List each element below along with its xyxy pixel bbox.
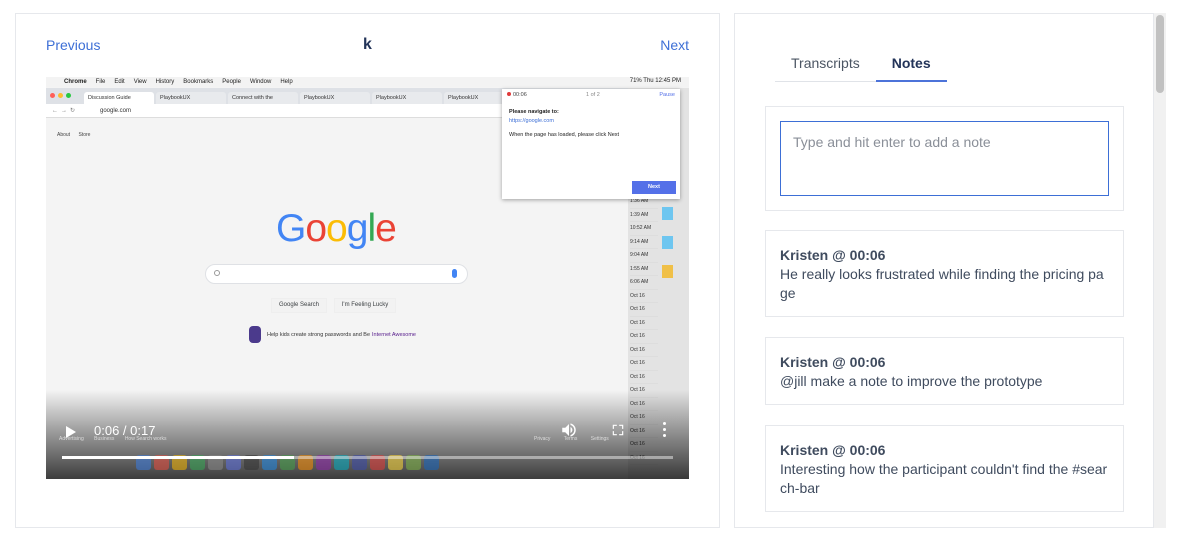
file-date: Oct 16 [630, 371, 658, 384]
footer-link: Settings [590, 436, 609, 442]
file-date: 1:39 AM [630, 209, 658, 222]
note-composer [765, 106, 1124, 211]
task-loaded-text: When the page has loaded, please click N… [509, 132, 620, 138]
video-progress-bar[interactable] [62, 456, 673, 459]
browser-nav-arrows-icon: ←→↻ [52, 108, 79, 114]
menubar-item: Chrome [64, 79, 87, 85]
google-search-button: Google Search [271, 298, 327, 313]
record-dot-icon [507, 92, 511, 96]
task-instruction: Please navigate to: [509, 109, 559, 115]
menubar-item: Window [249, 79, 272, 85]
folder-icon [662, 265, 673, 278]
feeling-lucky-button: I'm Feeling Lucky [334, 298, 396, 313]
scrollbar-thumb[interactable] [1156, 15, 1164, 93]
note-text: Interesting how the participant couldn't… [780, 461, 1108, 496]
recorded-tab: PlaybookUX [372, 92, 442, 104]
recorded-tab: Connect with the [228, 92, 298, 104]
recorded-page-links: About Store [57, 132, 97, 138]
task-pause: Pause [659, 92, 675, 98]
menubar-item: View [133, 79, 147, 85]
note-author: Kristen @ 00:06 [780, 354, 886, 370]
recorded-tab: PlaybookUX [300, 92, 370, 104]
file-date: Oct 16 [630, 330, 658, 344]
file-date: 9:14 AM [630, 236, 658, 249]
video-player[interactable]: Chrome File Edit View History Bookmarks … [46, 77, 689, 479]
note-author: Kristen @ 00:06 [780, 442, 886, 458]
folder-icon [662, 236, 673, 249]
menubar-item: Bookmarks [183, 79, 214, 85]
google-logo: Google [276, 207, 397, 250]
more-options-icon[interactable] [663, 422, 667, 438]
file-date: Oct 16 [630, 344, 658, 357]
video-time: 0:06 / 0:17 [94, 423, 156, 438]
robot-icon [249, 326, 261, 343]
note-card: Kristen @ 00:06 He really looks frustrat… [765, 230, 1124, 317]
menubar-status: 71% Thu 12:45 PM [629, 78, 681, 84]
note-card: Kristen @ 00:06 Interesting how the part… [765, 425, 1124, 512]
panel-tabs: Transcripts Notes [775, 44, 947, 82]
file-date: 9:04 AM [630, 249, 658, 263]
tab-notes[interactable]: Notes [875, 44, 947, 82]
folder-icons [662, 207, 676, 294]
microphone-icon [452, 269, 457, 278]
note-card: Kristen @ 00:06 @jill make a note to imp… [765, 337, 1124, 405]
menubar-item: History [155, 79, 175, 85]
page-link: Store [78, 132, 91, 138]
file-date: Oct 16 [630, 357, 658, 371]
search-icon [214, 270, 220, 276]
note-input[interactable] [780, 121, 1109, 196]
video-panel: Previous k Next Chrome File Edit View Hi… [15, 13, 720, 528]
participant-name: k [363, 36, 372, 53]
file-date: Oct 16 [630, 290, 658, 303]
tab-transcripts[interactable]: Transcripts [775, 44, 876, 82]
recorded-menubar: Chrome File Edit View History Bookmarks … [46, 77, 689, 87]
page-link: About [57, 132, 71, 138]
video-progress-fill [62, 456, 295, 459]
file-date: 10:52 AM [630, 222, 658, 236]
promo-link: Internet Awesome [372, 331, 416, 338]
footer-link: Privacy [534, 436, 551, 442]
file-date: Oct 16 [630, 303, 658, 317]
recording-timer: 00:06 [507, 92, 527, 98]
task-step: 1 of 2 [586, 92, 600, 98]
note-text: @jill make a note to improve the prototy… [780, 373, 1043, 389]
task-url: https://google.com [509, 118, 554, 124]
promo-text: Help kids create strong passwords and Be [267, 331, 371, 338]
file-date: Oct 16 [630, 317, 658, 330]
google-search-box [205, 264, 468, 284]
google-promo: Help kids create strong passwords and Be… [249, 326, 416, 343]
recorded-tab: PlaybookUX [156, 92, 226, 104]
recorded-tab: Discussion Guide [84, 92, 154, 104]
note-text: He really looks frustrated while finding… [780, 266, 1104, 301]
menubar-item: People [222, 79, 241, 85]
note-author: Kristen @ 00:06 [780, 247, 886, 263]
folder-icon [662, 207, 673, 220]
menubar-item: Help [280, 79, 293, 85]
file-date: 6:06 AM [630, 276, 658, 290]
task-popup: 00:06 1 of 2 Pause Please navigate to: h… [502, 89, 680, 199]
next-link[interactable]: Next [660, 37, 689, 53]
recorded-url: google.com [100, 108, 132, 114]
notes-panel: Transcripts Notes Kristen @ 00:06 He rea… [734, 13, 1154, 528]
window-controls-icon [50, 93, 71, 98]
menubar-item: Edit [114, 79, 125, 85]
task-next-button: Next [632, 181, 676, 194]
scrollbar[interactable] [1154, 13, 1166, 528]
fullscreen-icon[interactable] [611, 423, 625, 437]
volume-icon[interactable] [560, 421, 578, 439]
menubar-item: File [95, 79, 106, 85]
play-icon[interactable] [66, 426, 76, 438]
file-date: 1:55 AM [630, 263, 658, 276]
